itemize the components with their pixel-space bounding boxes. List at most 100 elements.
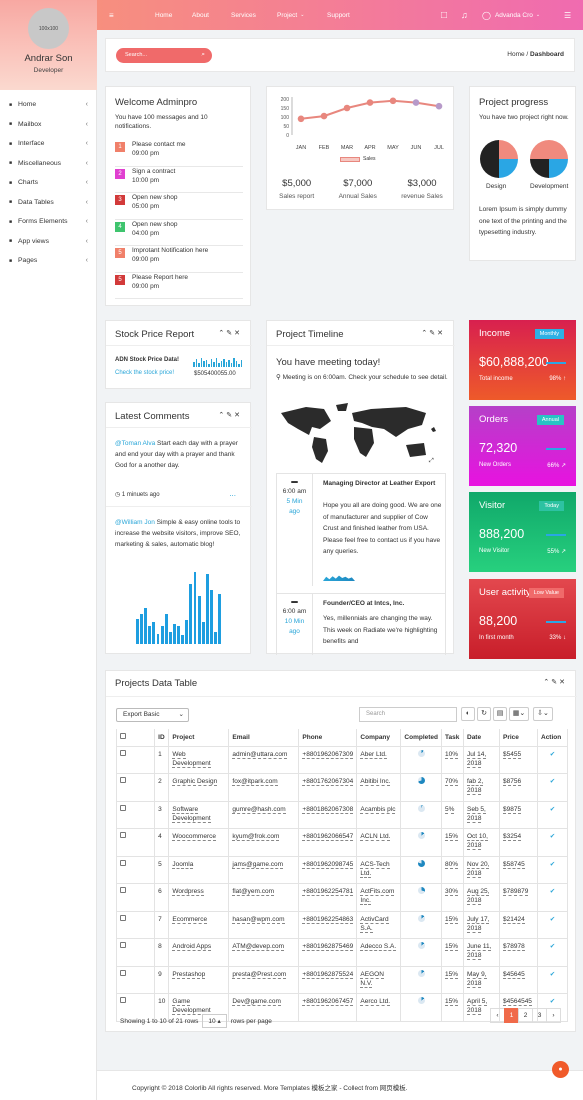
column-header[interactable]: Email xyxy=(228,729,300,747)
data-point[interactable] xyxy=(320,112,328,120)
table-row[interactable]: 2 Graphic Design fox@itpark.com +8801762067… xyxy=(115,773,568,802)
table-search-input[interactable]: Search xyxy=(359,707,457,722)
bell-icon[interactable]: ♫ xyxy=(461,0,468,30)
cell-phone[interactable]: +8801962098745 xyxy=(298,855,358,884)
cell-email[interactable]: hasan@wpm.com xyxy=(228,910,300,939)
column-header[interactable]: Date xyxy=(463,729,500,747)
activity-item[interactable]: 5 Improtant Notification here 09:00 pm xyxy=(115,246,243,273)
check-icon[interactable]: ✔ xyxy=(550,998,555,1005)
cell-project[interactable]: Ecommerce xyxy=(168,910,230,939)
chat-icon[interactable]: □ xyxy=(441,0,447,30)
cell-company[interactable]: AEGON N.V. xyxy=(356,965,402,994)
cell-company[interactable]: Abitibi Inc. xyxy=(356,773,402,802)
check-icon[interactable]: ✔ xyxy=(550,751,555,758)
select-all-checkbox[interactable] xyxy=(120,733,126,740)
chat-fab-icon[interactable]: ● xyxy=(552,1061,569,1078)
cell-task[interactable]: 15% xyxy=(441,910,464,939)
cell-date[interactable]: Seb 5, 2018 xyxy=(463,800,500,829)
card-controls[interactable]: ⌃✎✕ xyxy=(543,678,567,686)
nav-support[interactable]: Support xyxy=(327,0,350,30)
cell-email[interactable]: gumre@hash.com xyxy=(228,800,300,829)
cell-phone[interactable]: +8801762067304 xyxy=(298,773,358,802)
export-select[interactable]: Export Basic ⌄ xyxy=(116,708,189,722)
cell-company[interactable]: Aerco Ltd. xyxy=(356,993,402,1022)
card-view-icon[interactable]: ▤ xyxy=(493,707,507,721)
stock-link[interactable]: Check the stock price! xyxy=(115,370,174,376)
cell-company[interactable]: ActFits.com Inc. xyxy=(356,883,402,912)
cell-price[interactable]: $789879 xyxy=(499,883,538,912)
card-controls[interactable]: ⌃✎✕ xyxy=(218,411,242,419)
column-header[interactable]: Company xyxy=(356,729,402,747)
per-page-select[interactable]: 10 ▴ xyxy=(202,1014,227,1028)
cell-task[interactable]: 15% xyxy=(441,965,464,994)
settings-menu-icon[interactable]: ☰ xyxy=(564,0,571,30)
cell-task[interactable]: 15% xyxy=(441,828,464,857)
cell-project[interactable]: Wordpress xyxy=(168,883,230,912)
card-controls[interactable]: ⌃✎✕ xyxy=(218,329,242,337)
cell-price[interactable]: $21424 xyxy=(499,910,538,939)
row-checkbox[interactable] xyxy=(120,804,126,811)
check-icon[interactable]: ✔ xyxy=(550,861,555,868)
nav-services[interactable]: Services xyxy=(231,0,256,30)
cell-phone[interactable]: +8801962875469 xyxy=(298,938,358,967)
page-button[interactable]: 1 xyxy=(504,1008,519,1023)
table-row[interactable]: 9 Prestashop presta@Prest.com +880196287552… xyxy=(115,965,568,994)
cell-project[interactable]: Android Apps xyxy=(168,938,230,967)
expand-icon[interactable]: ⤢ xyxy=(429,458,434,465)
more-icon[interactable]: ... xyxy=(229,489,236,498)
sidebar-item-charts[interactable]: ■ Charts ‹ xyxy=(0,173,97,193)
cell-phone[interactable]: +8801962066547 xyxy=(298,828,358,857)
cell-date[interactable]: Oct 10, 2018 xyxy=(463,828,500,857)
sidebar-item-interface[interactable]: ■ Interface ‹ xyxy=(0,134,97,154)
cell-task[interactable]: 15% xyxy=(441,938,464,967)
cell-project[interactable]: Web Development xyxy=(168,745,230,774)
cell-price[interactable]: $5455 xyxy=(499,745,538,774)
card-controls[interactable]: ⌃✎✕ xyxy=(421,329,445,337)
cell-date[interactable]: Jul 14, 2018 xyxy=(463,745,500,774)
check-icon[interactable]: ✔ xyxy=(550,806,555,813)
cell-email[interactable]: flat@yem.com xyxy=(228,883,300,912)
activity-item[interactable]: 2 Sign a contract 10:00 pm xyxy=(115,167,243,193)
page-button[interactable]: 3 xyxy=(532,1008,547,1023)
check-icon[interactable]: ✔ xyxy=(550,833,555,840)
row-checkbox[interactable] xyxy=(120,942,126,948)
cell-company[interactable]: ActivCard S.A. xyxy=(356,910,402,939)
check-icon[interactable]: ✔ xyxy=(550,916,555,923)
check-icon[interactable]: ✔ xyxy=(550,778,555,785)
cell-email[interactable]: jams@game.com xyxy=(228,855,300,884)
column-header[interactable]: Phone xyxy=(298,729,358,747)
cell-company[interactable]: Acambis plc xyxy=(356,800,402,829)
cell-phone[interactable]: +8801962254863 xyxy=(298,910,358,939)
sidebar-item-pages[interactable]: ■ Pages ‹ xyxy=(0,251,97,271)
column-header[interactable]: Task xyxy=(441,729,464,747)
cell-date[interactable]: July 17, 2018 xyxy=(463,910,500,939)
export-icon[interactable]: ⇩⌄ xyxy=(533,707,553,721)
cell-task[interactable]: 30% xyxy=(441,883,464,912)
column-header[interactable]: Project xyxy=(168,729,230,747)
column-header[interactable]: Completed xyxy=(400,729,442,747)
cell-company[interactable]: ACLN Ltd. xyxy=(356,828,402,857)
sidebar-item-forms-elements[interactable]: ■ Forms Elements ‹ xyxy=(0,212,97,232)
column-header[interactable]: Price xyxy=(499,729,538,747)
cell-date[interactable]: June 11, 2018 xyxy=(463,938,500,967)
cell-company[interactable]: ACS-Tech Ltd. xyxy=(356,855,402,884)
cell-project[interactable]: Graphic Design xyxy=(168,773,230,802)
data-point[interactable] xyxy=(297,115,305,123)
cell-email[interactable]: admin@uttara.com xyxy=(228,745,300,774)
column-header[interactable]: ID xyxy=(154,729,170,747)
toggle-icon[interactable]: ◐ xyxy=(461,707,475,721)
sidebar-item-app-views[interactable]: ■ App views ‹ xyxy=(0,232,97,252)
cell-phone[interactable]: +8801962067457 xyxy=(298,993,358,1022)
cell-email[interactable]: kyum@frok.com xyxy=(228,828,300,857)
data-point[interactable] xyxy=(389,97,397,105)
table-row[interactable]: 5 Joomla jams@game.com +8801962098745 ACS-Te… xyxy=(115,855,568,884)
cell-task[interactable]: 80% xyxy=(441,855,464,884)
cell-phone[interactable]: +8801962254781 xyxy=(298,883,358,912)
row-checkbox[interactable] xyxy=(120,832,126,838)
row-checkbox[interactable] xyxy=(120,914,126,921)
cell-date[interactable]: fab 2, 2018 xyxy=(463,773,500,802)
sidebar-item-data-tables[interactable]: ■ Data Tables ‹ xyxy=(0,193,97,213)
comment-user[interactable]: @William Jon xyxy=(115,519,155,526)
table-row[interactable]: 1 Web Development admin@uttara.com +8801962… xyxy=(115,745,568,774)
cell-project[interactable]: Software Development xyxy=(168,800,230,829)
